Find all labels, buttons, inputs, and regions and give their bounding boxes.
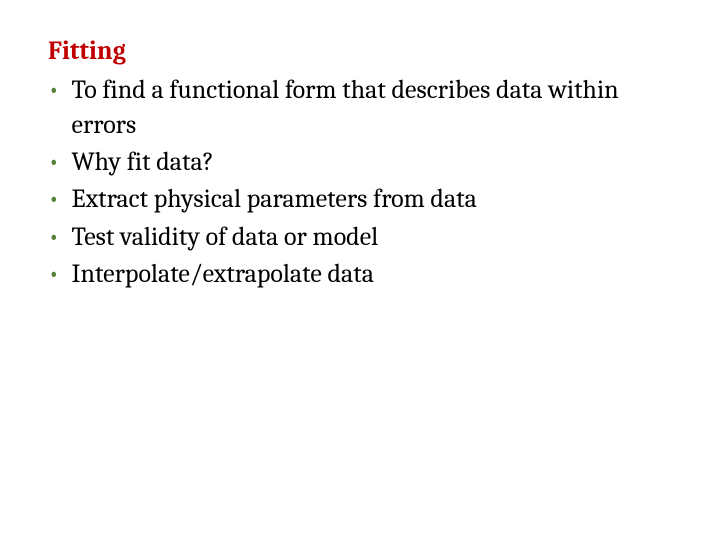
bullet-text: Test validity of data or model: [72, 220, 672, 255]
bullet-list: • To find a functional form that describ…: [48, 73, 672, 292]
list-item: • Why fit data?: [48, 145, 672, 180]
slide-title: Fitting: [48, 36, 672, 67]
bullet-icon: •: [48, 220, 60, 255]
bullet-icon: •: [48, 73, 60, 108]
list-item: • Interpolate/extrapolate data: [48, 257, 672, 292]
bullet-text: To find a functional form that describes…: [72, 73, 672, 143]
bullet-icon: •: [48, 257, 60, 292]
bullet-icon: •: [48, 145, 60, 180]
bullet-text: Extract physical parameters from data: [72, 182, 672, 217]
bullet-text: Why fit data?: [72, 145, 672, 180]
slide-content: Fitting • To find a functional form that…: [48, 36, 672, 292]
list-item: • Test validity of data or model: [48, 220, 672, 255]
bullet-text: Interpolate/extrapolate data: [72, 257, 672, 292]
list-item: • To find a functional form that describ…: [48, 73, 672, 143]
bullet-icon: •: [48, 182, 60, 217]
list-item: • Extract physical parameters from data: [48, 182, 672, 217]
